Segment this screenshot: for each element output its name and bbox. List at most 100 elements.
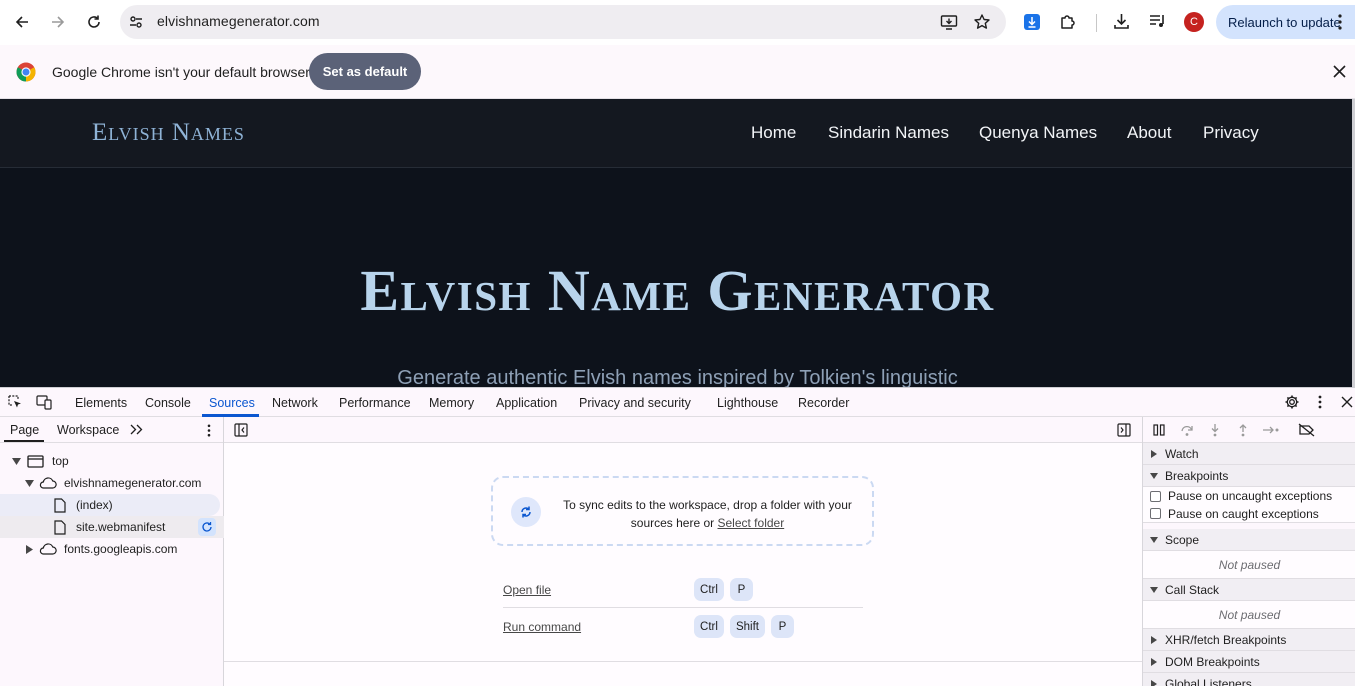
drop-zone-text: To sync edits to the workspace, drop a f… (555, 496, 860, 532)
tab-application[interactable]: Application (496, 396, 557, 410)
media-controls-icon[interactable] (1148, 12, 1167, 31)
back-button[interactable] (4, 4, 40, 40)
debugger-toolbar (1143, 417, 1355, 443)
section-dom-breakpoints[interactable]: DOM Breakpoints (1143, 651, 1355, 673)
bookmark-star-icon[interactable] (973, 13, 991, 31)
tree-item-top[interactable]: top (0, 450, 224, 472)
expanded-triangle-icon (1143, 537, 1165, 543)
device-toolbar-icon[interactable] (36, 395, 52, 410)
nav-home[interactable]: Home (751, 123, 796, 143)
tree-item-index[interactable]: (index) (0, 494, 220, 516)
workspace-drop-zone[interactable]: To sync edits to the workspace, drop a f… (491, 476, 874, 546)
extension-download-icon[interactable] (1023, 13, 1041, 31)
more-tabs-chevron-icon[interactable] (130, 424, 143, 435)
nav-privacy[interactable]: Privacy (1203, 123, 1259, 143)
collapsed-triangle-icon (1143, 636, 1165, 644)
pause-caught-checkbox[interactable] (1150, 508, 1161, 519)
tab-memory[interactable]: Memory (429, 396, 474, 410)
section-scope[interactable]: Scope (1143, 529, 1355, 551)
expanded-triangle-icon (1143, 587, 1165, 593)
section-xhr-breakpoints[interactable]: XHR/fetch Breakpoints (1143, 629, 1355, 651)
section-breakpoints[interactable]: Breakpoints (1143, 465, 1355, 487)
tab-console[interactable]: Console (145, 396, 191, 410)
inspect-element-icon[interactable] (8, 395, 23, 410)
url-text: elvishnamegenerator.com (157, 13, 320, 29)
devtools-tabbar: Elements Console Sources Network Perform… (0, 388, 1355, 417)
pause-caught-row[interactable]: Pause on caught exceptions (1143, 505, 1355, 523)
navigator-menu-icon[interactable] (207, 424, 211, 437)
profile-avatar[interactable]: C (1184, 12, 1204, 32)
pause-caught-label: Pause on caught exceptions (1168, 507, 1319, 521)
tree-item-fonts-googleapis[interactable]: fonts.googleapis.com (0, 538, 224, 560)
settings-gear-icon[interactable] (1284, 394, 1300, 410)
site-navbar: Elvish Names Home Sindarin Names Quenya … (0, 99, 1355, 168)
extensions-puzzle-icon[interactable] (1059, 12, 1078, 31)
nav-quenya-names[interactable]: Quenya Names (979, 123, 1097, 143)
deactivate-breakpoints-icon[interactable] (1298, 423, 1315, 437)
toggle-navigator-icon[interactable] (234, 423, 248, 437)
reload-button[interactable] (76, 4, 112, 40)
site-logo[interactable]: Elvish Names (92, 119, 245, 147)
pause-uncaught-checkbox[interactable] (1150, 491, 1161, 502)
tab-performance[interactable]: Performance (339, 396, 411, 410)
step-icon (1262, 423, 1280, 437)
section-call-stack[interactable]: Call Stack (1143, 579, 1355, 601)
section-breakpoints-label: Breakpoints (1165, 469, 1228, 483)
run-command-link[interactable]: Run command (503, 620, 581, 634)
cloud-icon (39, 477, 57, 489)
kbd-p: P (730, 578, 753, 601)
close-devtools-icon[interactable] (1341, 396, 1353, 408)
hero-title: Elvish Name Generator (0, 257, 1355, 324)
tab-lighthouse[interactable]: Lighthouse (717, 396, 778, 410)
pause-uncaught-row[interactable]: Pause on uncaught exceptions (1143, 487, 1355, 505)
override-sync-icon[interactable] (198, 518, 216, 536)
tab-privacy-and-security[interactable]: Privacy and security (579, 396, 691, 410)
section-watch[interactable]: Watch (1143, 443, 1355, 465)
section-call-stack-label: Call Stack (1165, 583, 1219, 597)
tab-page[interactable]: Page (10, 423, 39, 437)
relaunch-to-update-button[interactable]: Relaunch to update (1216, 5, 1355, 39)
tab-recorder[interactable]: Recorder (798, 396, 849, 410)
close-icon[interactable] (1333, 65, 1346, 78)
kebab-menu-icon[interactable] (1338, 14, 1342, 30)
downloads-icon[interactable] (1112, 12, 1131, 31)
arrow-left-icon (14, 14, 30, 30)
editor-tabbar (224, 417, 1142, 443)
navigator-tabbar: Page Workspace (0, 417, 223, 443)
step-over-icon (1180, 423, 1194, 437)
collapsed-triangle-icon (1143, 450, 1165, 458)
toggle-debugger-icon[interactable] (1117, 423, 1131, 437)
tree-item-webmanifest[interactable]: site.webmanifest (0, 516, 224, 538)
pause-resume-icon[interactable] (1152, 423, 1166, 437)
tab-network[interactable]: Network (272, 396, 318, 410)
hero-subtitle: Generate authentic Elvish names inspired… (0, 367, 1355, 387)
reload-icon (86, 14, 102, 30)
install-app-icon[interactable] (940, 13, 958, 31)
forward-button[interactable] (40, 4, 76, 40)
address-bar[interactable]: elvishnamegenerator.com (120, 5, 1006, 39)
tree-item-domain[interactable]: elvishnamegenerator.com (0, 472, 224, 494)
open-file-link[interactable]: Open file (503, 583, 551, 597)
editor-footer-divider (224, 661, 1142, 662)
expanded-triangle-icon (1143, 473, 1165, 479)
arrow-right-icon (50, 14, 66, 30)
devtools-menu-icon[interactable] (1318, 395, 1322, 409)
nav-sindarin-names[interactable]: Sindarin Names (828, 123, 949, 143)
collapsed-triangle-icon (26, 545, 33, 554)
section-global-listeners[interactable]: Global Listeners (1143, 673, 1355, 686)
nav-about[interactable]: About (1127, 123, 1171, 143)
tab-sources[interactable]: Sources (209, 396, 255, 410)
tab-elements[interactable]: Elements (75, 396, 127, 410)
set-as-default-button[interactable]: Set as default (309, 53, 421, 90)
sources-navigator: Page Workspace top elvishnamegenerator.c… (0, 417, 224, 686)
infobar-message: Google Chrome isn't your default browser (52, 64, 310, 80)
tab-workspace[interactable]: Workspace (57, 423, 119, 437)
relaunch-label: Relaunch to update (1228, 15, 1341, 30)
cloud-icon (39, 543, 57, 555)
toolbar-divider (1096, 14, 1097, 32)
collapsed-triangle-icon (1143, 680, 1165, 686)
site-settings-icon[interactable] (128, 14, 144, 30)
frame-icon (27, 455, 44, 468)
select-folder-link[interactable]: Select folder (718, 516, 785, 530)
section-watch-label: Watch (1165, 447, 1199, 461)
